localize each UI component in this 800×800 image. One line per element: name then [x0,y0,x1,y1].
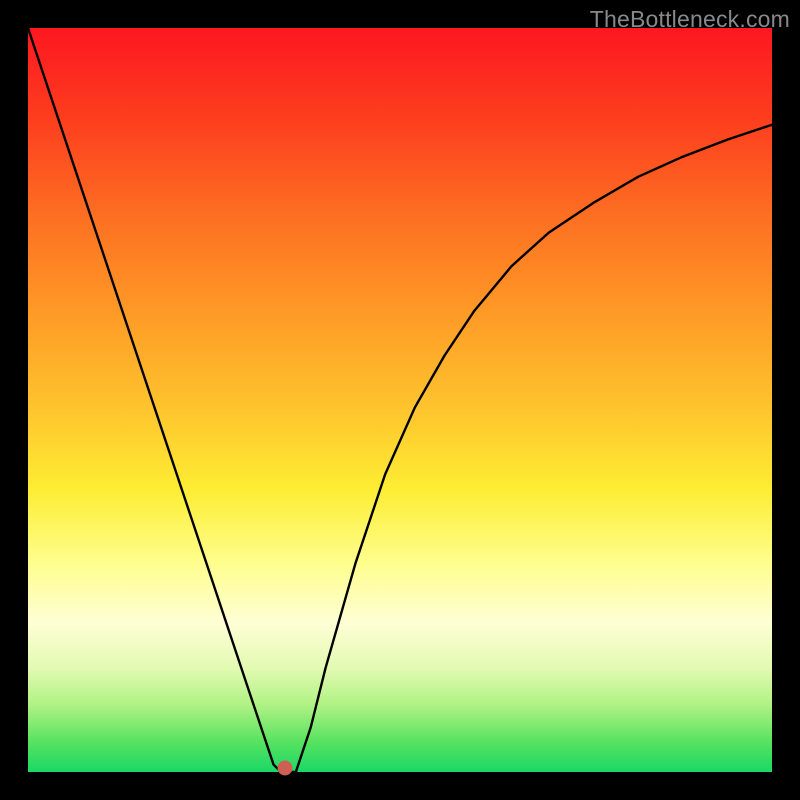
watermark-text: TheBottleneck.com [590,6,790,33]
plot-area [28,28,772,772]
curve-layer [28,28,772,772]
chart-frame: TheBottleneck.com [0,0,800,800]
optimal-point-marker [277,761,292,776]
bottleneck-curve [28,28,772,772]
